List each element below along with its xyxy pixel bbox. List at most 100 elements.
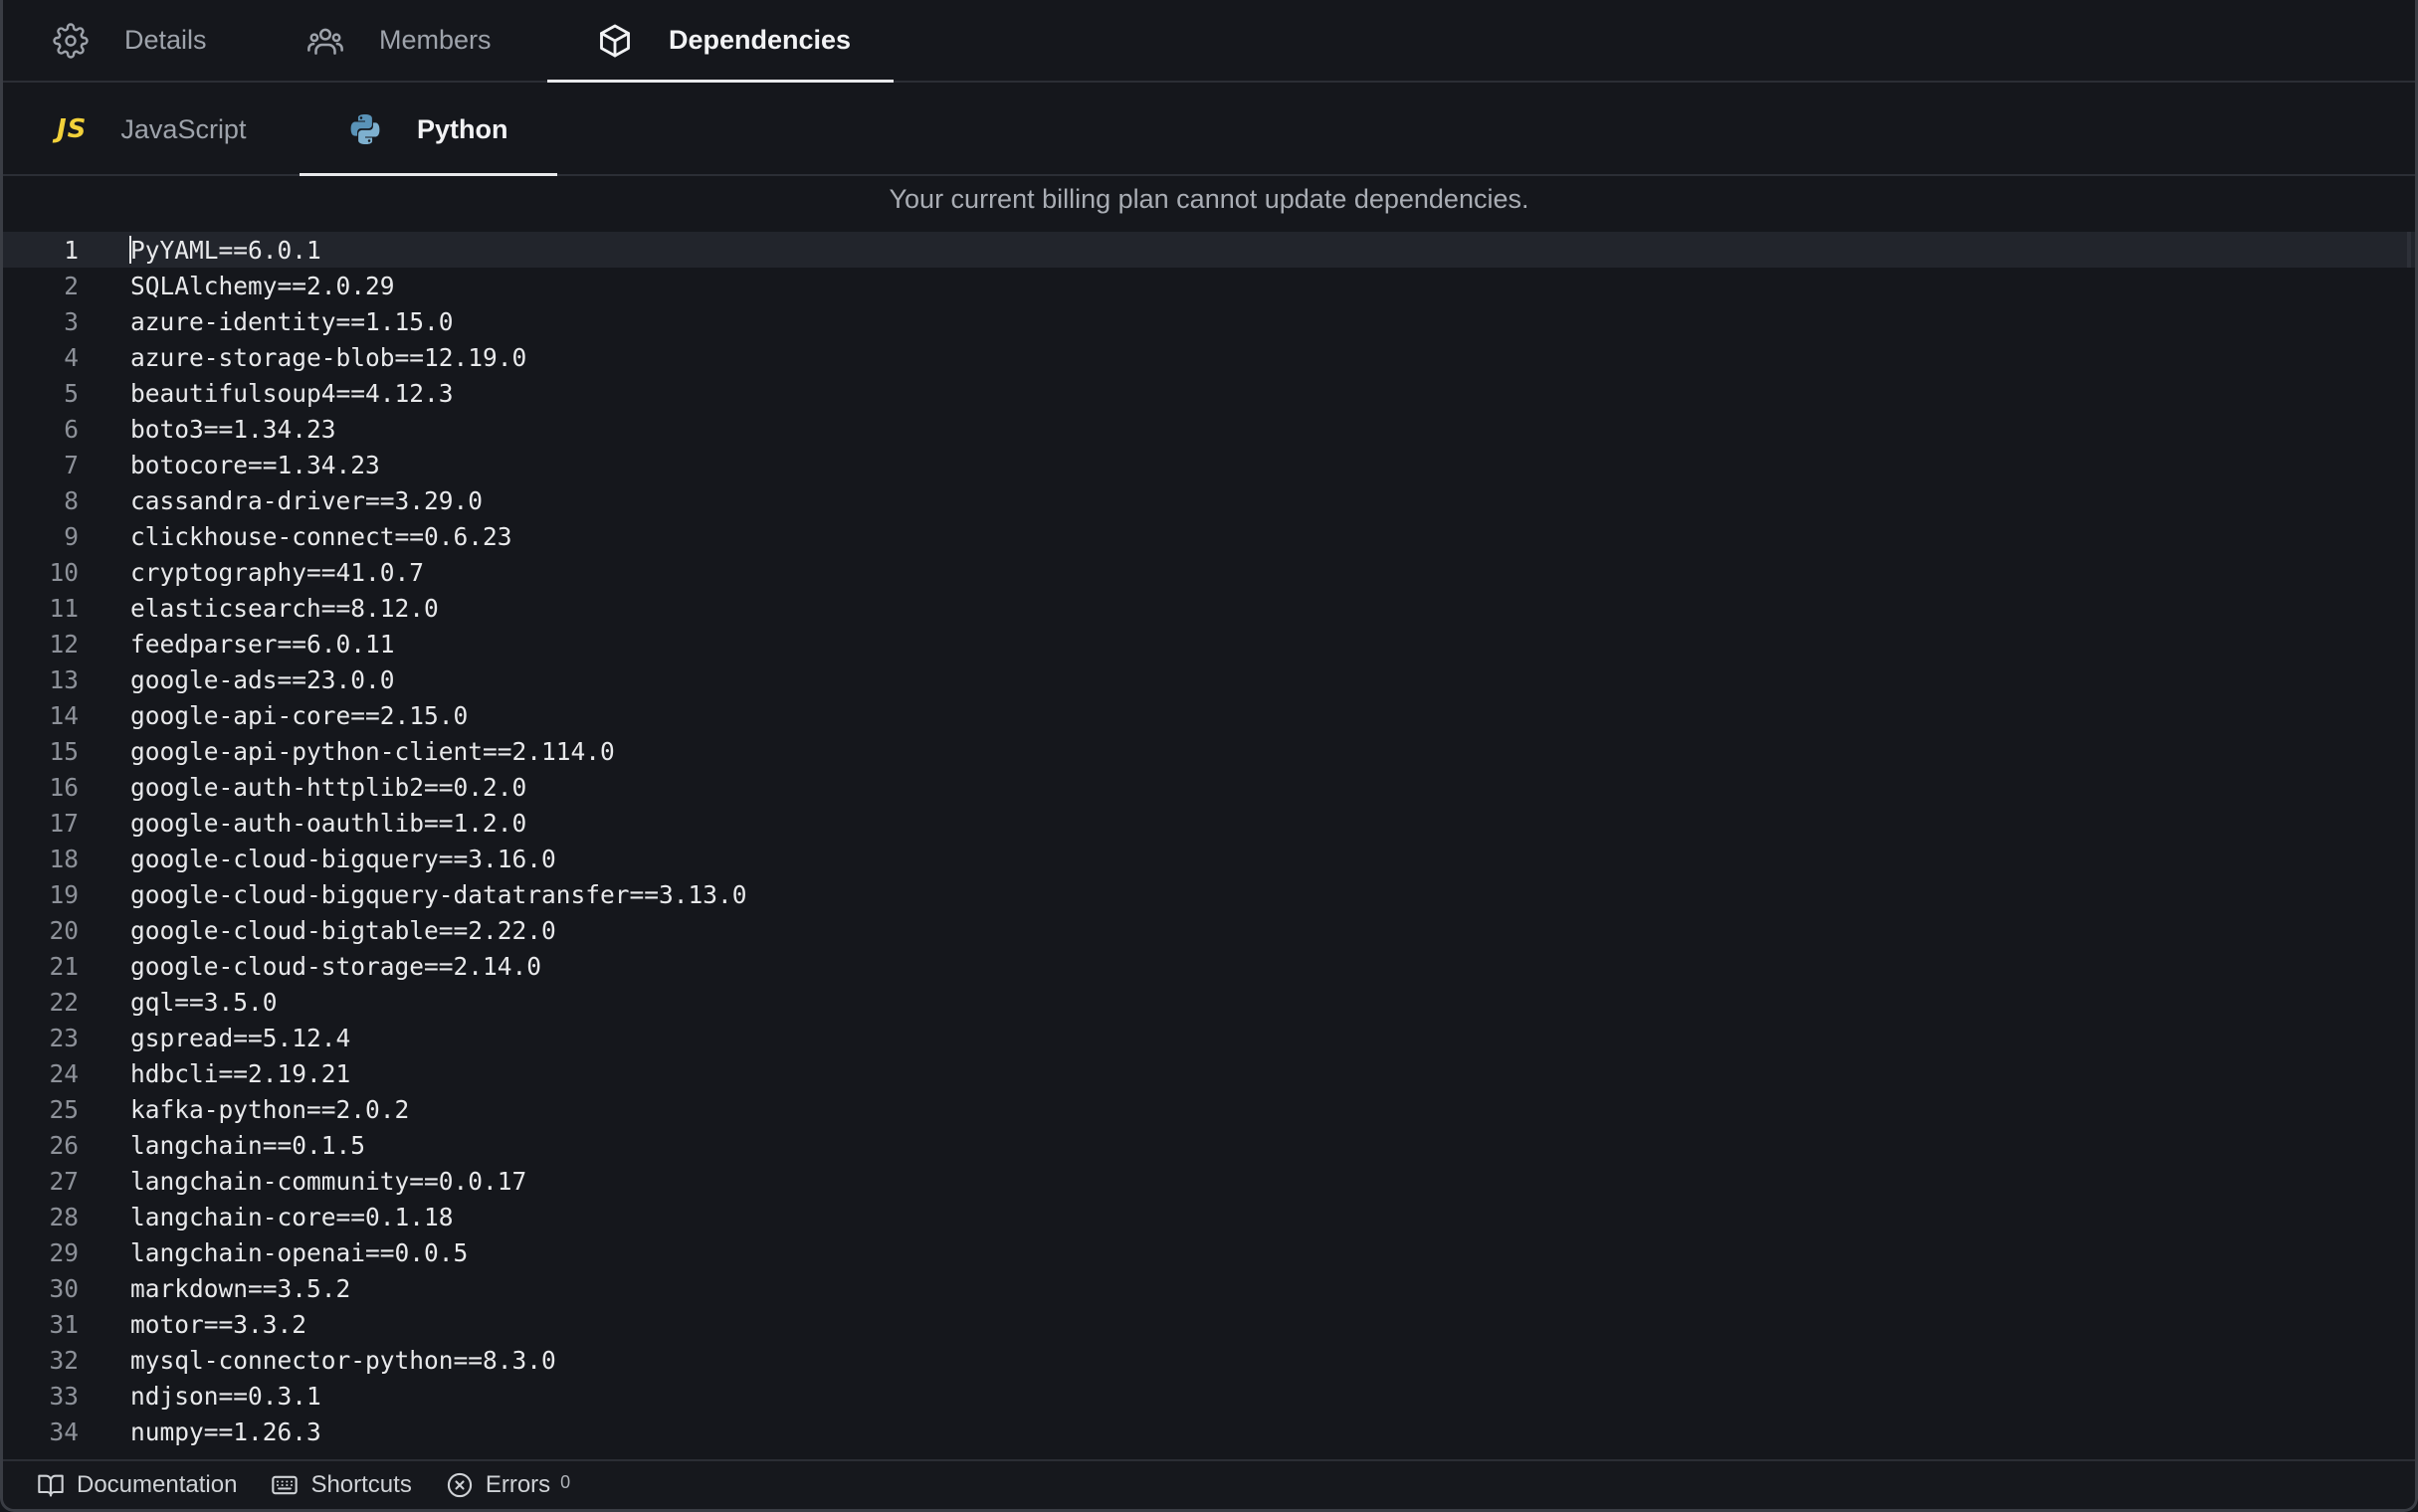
code-line[interactable]: 16 google-auth-httplib2==0.2.0 <box>3 769 2415 805</box>
line-number: 6 <box>64 414 79 444</box>
line-number: 30 <box>49 1273 79 1303</box>
code-line[interactable]: 3 azure-identity==1.15.0 <box>3 303 2415 339</box>
code-line[interactable]: 32 mysql-connector-python==8.3.0 <box>3 1342 2415 1378</box>
code-line[interactable]: 29 langchain-openai==0.0.5 <box>3 1234 2415 1270</box>
tab-python[interactable]: Python <box>300 85 557 176</box>
line-number: 5 <box>64 378 79 408</box>
top-tab-bar: Details Members Dependencies <box>3 0 2415 83</box>
tab-members[interactable]: Members <box>298 0 547 81</box>
code-line[interactable]: 17 google-auth-oauthlib==1.2.0 <box>3 805 2415 841</box>
code-line[interactable]: 1 PyYAML==6.0.1 <box>3 232 2415 268</box>
code-line[interactable]: 25 kafka-python==2.0.2 <box>3 1091 2415 1127</box>
code-text: google-cloud-bigquery-datatransfer==3.13… <box>130 879 747 909</box>
code-line[interactable]: 4 azure-storage-blob==12.19.0 <box>3 339 2415 375</box>
code-line[interactable]: 20 google-cloud-bigtable==2.22.0 <box>3 912 2415 948</box>
code-editor[interactable]: 1 PyYAML==6.0.1 2 SQLAlchemy==2.0.29 3 azure-… <box>3 232 2415 1457</box>
error-count: 0 <box>560 1471 571 1492</box>
code-text: SQLAlchemy==2.0.29 <box>130 271 395 300</box>
line-number: 29 <box>49 1237 79 1267</box>
code-line[interactable]: 21 google-cloud-storage==2.14.0 <box>3 948 2415 984</box>
code-line[interactable]: 9 clickhouse-connect==0.6.23 <box>3 518 2415 554</box>
code-line[interactable]: 12 feedparser==6.0.11 <box>3 626 2415 662</box>
tab-javascript-label: JavaScript <box>120 113 247 144</box>
code-text: gspread==5.12.4 <box>130 1023 351 1052</box>
line-number: 11 <box>49 593 79 623</box>
code-text: langchain-openai==0.0.5 <box>130 1237 469 1267</box>
line-number: 3 <box>64 306 79 336</box>
line-number: 15 <box>49 736 79 766</box>
code-line[interactable]: 13 google-ads==23.0.0 <box>3 662 2415 697</box>
scrollbar[interactable] <box>2407 232 2411 268</box>
code-text: cryptography==41.0.7 <box>130 557 425 587</box>
code-text: ndjson==0.3.1 <box>130 1381 321 1411</box>
code-line[interactable]: 31 motor==3.3.2 <box>3 1306 2415 1342</box>
line-number: 10 <box>49 557 79 587</box>
line-number: 34 <box>49 1417 79 1446</box>
tab-members-label: Members <box>379 25 492 55</box>
code-line[interactable]: 24 hdbcli==2.19.21 <box>3 1055 2415 1091</box>
code-line[interactable]: 23 gspread==5.12.4 <box>3 1020 2415 1055</box>
line-number: 24 <box>49 1058 79 1088</box>
keyboard-icon <box>271 1471 299 1499</box>
line-number: 27 <box>49 1166 79 1196</box>
code-text: beautifulsoup4==4.12.3 <box>130 378 454 408</box>
code-text: google-api-python-client==2.114.0 <box>130 736 615 766</box>
code-line[interactable]: 33 ndjson==0.3.1 <box>3 1378 2415 1414</box>
code-text: motor==3.3.2 <box>130 1309 307 1339</box>
line-number: 25 <box>49 1094 79 1124</box>
line-number: 1 <box>64 235 79 265</box>
code-line[interactable]: 27 langchain-community==0.0.17 <box>3 1163 2415 1199</box>
line-number: 13 <box>49 664 79 694</box>
line-number: 2 <box>64 271 79 300</box>
code-text: google-ads==23.0.0 <box>130 664 395 694</box>
line-number: 8 <box>64 485 79 515</box>
code-line[interactable]: 11 elasticsearch==8.12.0 <box>3 590 2415 626</box>
code-line[interactable]: 30 markdown==3.5.2 <box>3 1270 2415 1306</box>
code-line[interactable]: 2 SQLAlchemy==2.0.29 <box>3 268 2415 303</box>
code-line[interactable]: 14 google-api-core==2.15.0 <box>3 697 2415 733</box>
code-line[interactable]: 5 beautifulsoup4==4.12.3 <box>3 375 2415 411</box>
code-line[interactable]: 22 gql==3.5.0 <box>3 984 2415 1020</box>
errors-indicator[interactable]: Errors 0 <box>446 1471 570 1499</box>
line-number: 22 <box>49 987 79 1017</box>
tab-javascript[interactable]: JS JavaScript <box>3 85 300 174</box>
code-text: google-auth-oauthlib==1.2.0 <box>130 808 527 838</box>
status-bar: Documentation Shortcuts Errors 0 <box>3 1459 2415 1509</box>
code-text: google-cloud-bigtable==2.22.0 <box>130 915 556 945</box>
documentation-link[interactable]: Documentation <box>37 1471 237 1499</box>
code-text: clickhouse-connect==0.6.23 <box>130 521 512 551</box>
package-icon <box>595 21 635 61</box>
javascript-icon: JS <box>57 114 88 144</box>
code-line[interactable]: 15 google-api-python-client==2.114.0 <box>3 733 2415 769</box>
tab-details[interactable]: Details <box>3 0 298 81</box>
line-number: 23 <box>49 1023 79 1052</box>
code-text: google-cloud-bigquery==3.16.0 <box>130 844 556 873</box>
code-line[interactable]: 26 langchain==0.1.5 <box>3 1127 2415 1163</box>
code-line[interactable]: 10 cryptography==41.0.7 <box>3 554 2415 590</box>
code-line[interactable]: 7 botocore==1.34.23 <box>3 447 2415 482</box>
code-line[interactable]: 6 boto3==1.34.23 <box>3 411 2415 447</box>
language-tab-bar: JS JavaScript Python <box>3 85 2415 176</box>
tab-dependencies[interactable]: Dependencies <box>547 0 894 83</box>
line-number: 26 <box>49 1130 79 1160</box>
code-text: azure-identity==1.15.0 <box>130 306 454 336</box>
code-line[interactable]: 28 langchain-core==0.1.18 <box>3 1199 2415 1234</box>
code-text: azure-storage-blob==12.19.0 <box>130 342 527 372</box>
code-line[interactable]: 18 google-cloud-bigquery==3.16.0 <box>3 841 2415 876</box>
text-cursor <box>129 236 131 264</box>
line-number: 33 <box>49 1381 79 1411</box>
code-text: elasticsearch==8.12.0 <box>130 593 439 623</box>
code-line[interactable]: 19 google-cloud-bigquery-datatransfer==3.… <box>3 876 2415 912</box>
code-line[interactable]: 34 numpy==1.26.3 <box>3 1414 2415 1449</box>
line-number: 20 <box>49 915 79 945</box>
line-number: 28 <box>49 1202 79 1231</box>
error-circle-icon <box>446 1471 474 1499</box>
line-number: 14 <box>49 700 79 730</box>
documentation-label: Documentation <box>77 1471 238 1498</box>
shortcuts-label: Shortcuts <box>310 1471 412 1498</box>
errors-label: Errors <box>485 1471 551 1498</box>
tab-python-label: Python <box>417 113 508 144</box>
code-line[interactable]: 8 cassandra-driver==3.29.0 <box>3 482 2415 518</box>
code-text: markdown==3.5.2 <box>130 1273 351 1303</box>
shortcuts-link[interactable]: Shortcuts <box>271 1471 412 1499</box>
